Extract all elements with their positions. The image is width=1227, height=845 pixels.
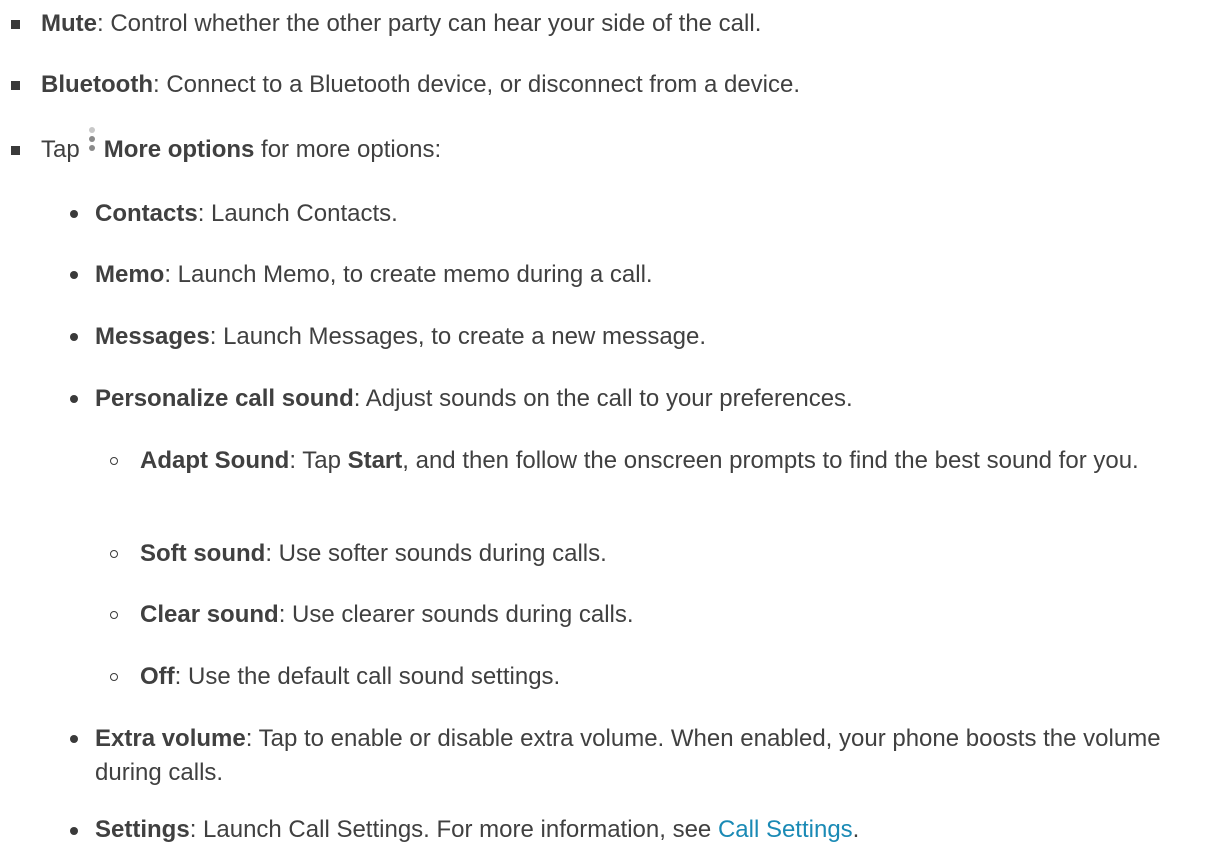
bullet-dot — [70, 395, 78, 403]
bullet-circle — [110, 457, 118, 465]
list-item-memo: Memo: Launch Memo, to create memo during… — [95, 261, 653, 288]
list-item-soft-sound: Soft sound: Use softer sounds during cal… — [140, 540, 607, 567]
call-settings-link[interactable]: Call Settings — [718, 816, 853, 843]
bullet-dot — [70, 333, 78, 341]
list-item-off: Off: Use the default call sound settings… — [140, 663, 561, 690]
bullet-circle — [110, 673, 118, 681]
list-item-extra-volume: Extra volume: Tap to enable or disable e… — [95, 725, 1161, 786]
list-item-personalize-call-sound: Personalize call sound: Adjust sounds on… — [95, 385, 853, 412]
bullet-square — [11, 81, 20, 90]
bullet-circle — [110, 611, 118, 619]
list-item-contacts: Contacts: Launch Contacts. — [95, 200, 398, 227]
list-item-more-options: Tap More options for more options: — [41, 126, 441, 165]
list-item-mute: Mute: Control whether the other party ca… — [41, 10, 762, 37]
bullet-square — [11, 20, 20, 29]
list-item-bluetooth: Bluetooth: Connect to a Bluetooth device… — [41, 71, 801, 98]
list-item-clear-sound: Clear sound: Use clearer sounds during c… — [140, 601, 634, 628]
list-item-adapt-sound: Adapt Sound: Tap Start, and then follow … — [140, 447, 1139, 474]
list-item-messages: Messages: Launch Messages, to create a n… — [95, 323, 707, 350]
bullet-square — [11, 146, 20, 155]
list-item-settings: Settings: Launch Call Settings. For more… — [95, 816, 860, 843]
bullet-dot — [70, 735, 78, 743]
bullet-dot — [70, 827, 78, 835]
bullet-dot — [70, 210, 78, 218]
bullet-circle — [110, 550, 118, 558]
bullet-dot — [70, 271, 78, 279]
more-options-icon — [86, 126, 98, 162]
